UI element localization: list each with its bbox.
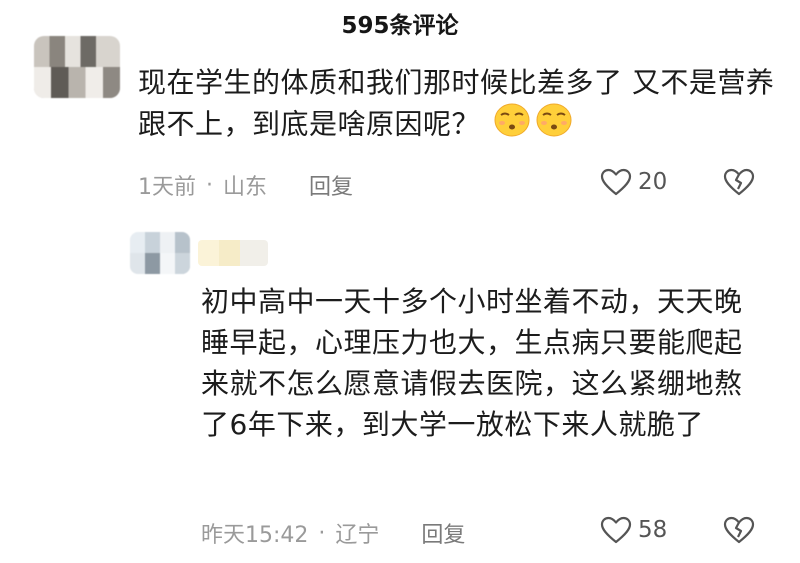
avatar[interactable] bbox=[130, 232, 190, 274]
broken-heart-outline-icon bbox=[723, 168, 755, 196]
like-count: 20 bbox=[638, 169, 668, 195]
heart-outline-icon bbox=[600, 516, 632, 544]
comment-time: 1天前 bbox=[138, 175, 196, 200]
comment-time: 昨天15:42 bbox=[201, 523, 309, 548]
reply-button[interactable]: 回复 bbox=[421, 517, 465, 549]
broken-heart-outline-icon bbox=[723, 516, 755, 544]
username-blurred[interactable] bbox=[198, 240, 268, 266]
separator-dot: · bbox=[318, 520, 326, 546]
comment-meta: 昨天15:42 · 辽宁 回复 bbox=[201, 517, 465, 549]
like-count: 58 bbox=[638, 517, 668, 543]
like-button[interactable]: 20 bbox=[600, 168, 667, 196]
pouting-face-emoji-icon bbox=[493, 103, 531, 148]
comment-text: 初中高中一天十多个小时坐着不动，天天晚睡早起，心理压力也大，生点病只要能爬起来就… bbox=[201, 285, 743, 441]
dislike-button[interactable] bbox=[723, 516, 755, 548]
comment-location: 辽宁 bbox=[335, 523, 380, 548]
separator-dot: · bbox=[206, 172, 213, 198]
comment-text: 现在学生的体质和我们那时候比差多了 又不是营养跟不上，到底是啥原因呢？ bbox=[138, 62, 778, 148]
pouting-face-emoji-icon bbox=[535, 103, 573, 148]
avatar[interactable] bbox=[34, 36, 120, 98]
dislike-button[interactable] bbox=[723, 168, 755, 200]
comment-location: 山东 bbox=[223, 175, 268, 200]
comments-count-title: 595条评论 bbox=[341, 13, 459, 39]
comment-body: 现在学生的体质和我们那时候比差多了 又不是营养跟不上，到底是啥原因呢？ bbox=[138, 66, 775, 141]
reply-button[interactable]: 回复 bbox=[309, 169, 353, 201]
like-button[interactable]: 58 bbox=[600, 516, 667, 544]
comment-meta: 1天前 · 山东 回复 bbox=[138, 169, 353, 201]
heart-outline-icon bbox=[600, 168, 632, 196]
